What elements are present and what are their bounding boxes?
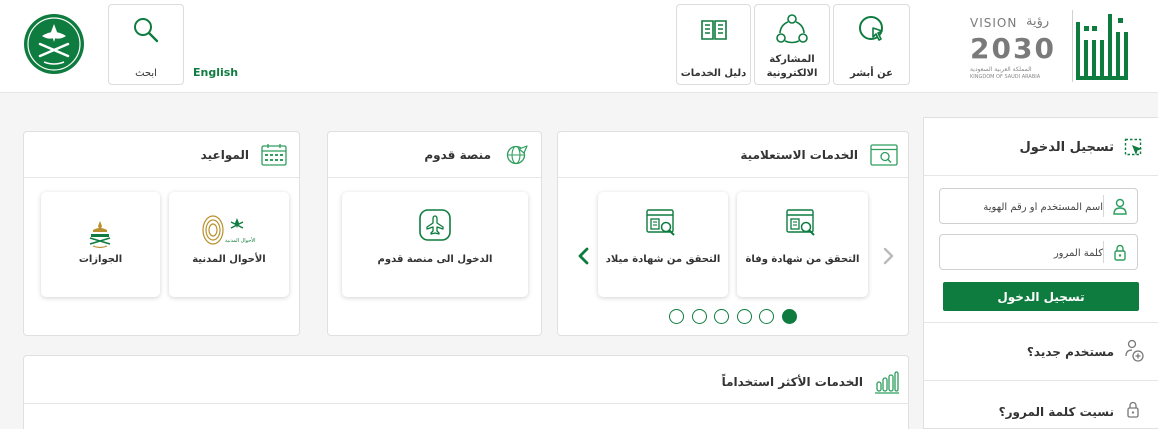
- most-used-services-card: الخدمات الأكثر استخداماً: [23, 355, 909, 429]
- field-separator: [1103, 195, 1104, 217]
- pointer-circle-icon: [858, 16, 883, 41]
- globe-plane-icon: [506, 145, 528, 165]
- vision-title: VISION: [970, 16, 1018, 30]
- search-icon: [134, 18, 159, 43]
- carousel-dot[interactable]: [669, 309, 684, 324]
- book-icon: [700, 20, 727, 40]
- passports-tile[interactable]: الجوازات: [41, 192, 160, 297]
- nav-services-guide[interactable]: دليل الخدمات: [676, 4, 751, 85]
- most-used-title: الخدمات الأكثر استخداماً: [721, 375, 863, 389]
- vision-2030-logo: VISION رؤية 2030 المملكة العربية السعودي…: [968, 14, 1068, 84]
- inquiry-title: الخدمات الاستعلامية: [740, 148, 858, 162]
- nav-label: دليل الخدمات: [680, 68, 747, 79]
- qudoom-card: منصة قدوم الدخول الى منصة قدوم: [327, 131, 542, 336]
- new-user-label: مستخدم جديد؟: [1026, 345, 1114, 359]
- civil-affairs-logo: الأحوال المدنية: [201, 214, 257, 246]
- tile-label: الدخول الى منصة قدوم: [377, 254, 493, 265]
- calendar-icon: [261, 144, 287, 166]
- vision-english-line: KINGDOM OF SAUDI ARABIA: [970, 74, 1041, 80]
- saudi-emblem-icon: [24, 14, 84, 74]
- certificate-search-icon: [786, 209, 815, 236]
- card-header: منصة قدوم: [328, 132, 541, 178]
- carousel-dot[interactable]: [759, 309, 774, 324]
- bar-chart-icon: [875, 371, 899, 394]
- lock-icon: [1127, 401, 1139, 418]
- carousel-dot[interactable]: [782, 309, 797, 324]
- login-submit-button[interactable]: تسجيل الدخول: [943, 282, 1139, 311]
- nav-label: المشاركة الالكترونية: [766, 54, 818, 79]
- tile-label: الجوازات: [78, 254, 123, 265]
- search-label: ابحث: [135, 68, 157, 79]
- appointments-title: المواعيد: [200, 148, 249, 162]
- chevron-left-icon: [578, 247, 589, 265]
- language-switch-link[interactable]: English: [193, 66, 238, 79]
- forgot-password-label: نسيت كلمة المرور؟: [998, 405, 1114, 419]
- username-input[interactable]: [948, 197, 1103, 217]
- carousel-next-arrow[interactable]: [880, 246, 896, 266]
- civil-affairs-logo-text: الأحوال المدنية: [225, 238, 256, 244]
- card-header: المواعيد: [24, 132, 299, 178]
- carousel-dot[interactable]: [692, 309, 707, 324]
- login-panel: تسجيل الدخول تسجيل الدخول مستخدم جديد؟: [923, 117, 1158, 429]
- saudi-emblem: [22, 12, 86, 76]
- airplane-icon: [419, 209, 451, 241]
- nav-label: عن أبشر: [850, 68, 893, 79]
- carousel-dot[interactable]: [714, 309, 729, 324]
- site-header: VISION رؤية 2030 المملكة العربية السعودي…: [0, 0, 1158, 93]
- nav-about-absher[interactable]: عن أبشر: [833, 4, 910, 85]
- inquiry-services-card: الخدمات الاستعلامية التحقق من شهادة وفاة: [557, 131, 909, 336]
- password-input[interactable]: [948, 243, 1103, 263]
- card-header: الخدمات الأكثر استخداماً: [24, 356, 908, 404]
- logo-divider: [1072, 10, 1073, 82]
- search-button[interactable]: ابحث: [108, 4, 184, 85]
- certificate-search-icon: [646, 209, 675, 236]
- tile-label: الأحوال المدنية: [192, 254, 266, 265]
- add-user-icon: [1125, 339, 1144, 362]
- appointments-card: المواعيد الأحوال المدنية الأحوال المدنية…: [23, 131, 300, 336]
- carousel-dot[interactable]: [737, 309, 752, 324]
- chevron-right-icon: [883, 247, 894, 265]
- death-certificate-tile[interactable]: التحقق من شهادة وفاة: [737, 192, 868, 297]
- browser-search-icon: [870, 144, 898, 166]
- vision-arabic-line: المملكة العربية السعودية: [970, 66, 1032, 73]
- new-user-link[interactable]: مستخدم جديد؟: [924, 322, 1158, 372]
- login-cursor-icon: [1124, 138, 1142, 156]
- username-field[interactable]: [939, 188, 1138, 224]
- lock-icon: [1114, 244, 1126, 261]
- qudoom-login-tile[interactable]: الدخول الى منصة قدوم: [342, 192, 528, 297]
- login-header: تسجيل الدخول: [924, 118, 1158, 176]
- absher-logo[interactable]: [1074, 6, 1132, 86]
- vision-arabic-title: رؤية: [1026, 14, 1050, 29]
- people-network-icon: [776, 14, 808, 44]
- birth-certificate-tile[interactable]: التحقق من شهادة ميلاد: [598, 192, 728, 297]
- carousel-prev-arrow[interactable]: [576, 246, 592, 266]
- user-icon: [1113, 198, 1127, 215]
- qudoom-title: منصة قدوم: [424, 148, 491, 162]
- card-header: الخدمات الاستعلامية: [558, 132, 908, 178]
- nav-e-participation[interactable]: المشاركة الالكترونية: [754, 4, 830, 85]
- absher-logo-icon: [1076, 14, 1128, 80]
- forgot-password-link[interactable]: نسيت كلمة المرور؟: [924, 380, 1158, 429]
- passports-emblem-icon: [89, 221, 111, 249]
- vision-year: 2030: [970, 32, 1056, 65]
- field-separator: [1103, 241, 1104, 263]
- civil-affairs-tile[interactable]: الأحوال المدنية الأحوال المدنية: [169, 192, 289, 297]
- tile-label: التحقق من شهادة ميلاد: [605, 254, 721, 265]
- login-title: تسجيل الدخول: [1019, 140, 1114, 155]
- password-field[interactable]: [939, 234, 1138, 270]
- tile-label: التحقق من شهادة وفاة: [745, 254, 860, 265]
